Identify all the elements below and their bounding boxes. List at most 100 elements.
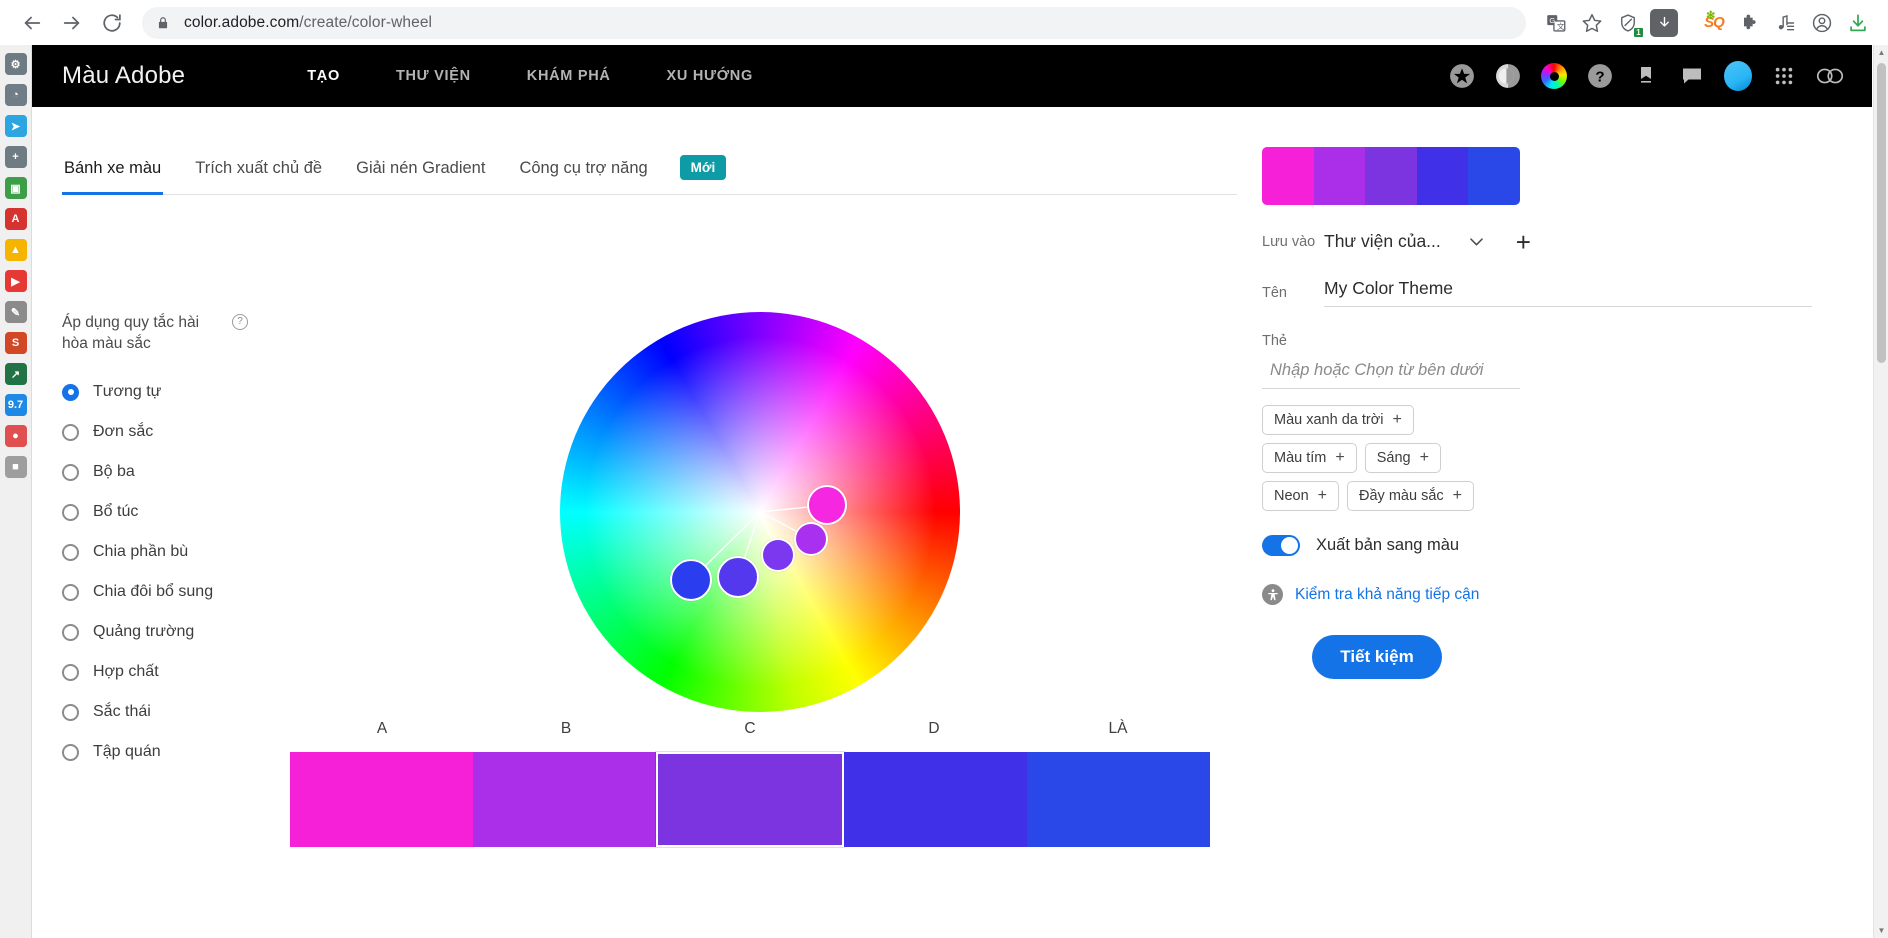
harmony-rule-option[interactable]: Bổ túc	[62, 492, 312, 532]
save-button[interactable]: Tiết kiệm	[1312, 635, 1442, 679]
scroll-down-arrow[interactable]: ▼	[1874, 923, 1888, 938]
forward-button[interactable]	[54, 5, 90, 41]
clock-history-icon[interactable]: ◔	[4, 84, 27, 106]
grey-app-icon[interactable]: ■	[4, 456, 27, 478]
scroll-thumb[interactable]	[1877, 63, 1886, 363]
nav-item-tao[interactable]: TẠO	[305, 64, 342, 88]
harmony-rule-option[interactable]: Hợp chất	[62, 652, 312, 692]
harmony-rule-option[interactable]: Chia đôi bổ sung	[62, 572, 312, 612]
preview-swatch[interactable]	[1416, 147, 1469, 205]
preview-swatch[interactable]	[1313, 147, 1366, 205]
radio-button[interactable]	[62, 423, 79, 441]
back-button[interactable]	[14, 5, 50, 41]
plus-tool-icon[interactable]: +	[4, 146, 27, 168]
video-player-icon[interactable]: ▶	[4, 270, 27, 292]
star-icon[interactable]	[1448, 62, 1476, 90]
store-badge-icon[interactable]: 9.7	[4, 394, 27, 416]
puzzle-extensions-icon[interactable]	[1734, 7, 1766, 39]
tag-chip[interactable]: Màu xanh da trời +	[1262, 405, 1414, 435]
nav-item-kham-pha[interactable]: KHÁM PHÁ	[525, 64, 613, 88]
preview-swatch[interactable]	[1365, 147, 1417, 205]
music-playlist-icon[interactable]	[1770, 7, 1802, 39]
swatch-block[interactable]	[655, 751, 845, 848]
swatch-strip[interactable]	[290, 751, 1211, 848]
accessibility-row[interactable]: Kiểm tra khả năng tiếp cận	[1262, 584, 1812, 605]
link-chain-icon[interactable]	[1816, 62, 1844, 90]
notification-bell-icon[interactable]	[1632, 62, 1660, 90]
image-viewer-icon[interactable]: ▣	[4, 177, 27, 199]
download-chip-icon[interactable]	[1648, 7, 1680, 39]
preview-swatch[interactable]	[1468, 147, 1520, 205]
reload-button[interactable]	[94, 5, 130, 41]
telegram-icon[interactable]: ➤	[4, 115, 27, 137]
wheel-marker-c[interactable]	[761, 538, 795, 572]
harmony-rule-option[interactable]: Sắc thái	[62, 692, 312, 732]
radio-button[interactable]	[62, 503, 79, 521]
radio-button[interactable]	[62, 463, 79, 481]
pencil-tool-icon[interactable]: ✎	[4, 301, 27, 323]
nav-item-thu-vien[interactable]: THƯ VIỆN	[394, 64, 473, 88]
profile-avatar-icon[interactable]	[1806, 7, 1838, 39]
office-docs-icon[interactable]: S	[4, 332, 27, 354]
downloads-icon[interactable]	[1842, 7, 1874, 39]
tags-input[interactable]: Nhập hoặc Chọn từ bên dưới	[1262, 355, 1520, 389]
scroll-up-arrow[interactable]: ▲	[1874, 45, 1888, 60]
color-wheel[interactable]	[560, 312, 960, 712]
pdf-reader-icon[interactable]: A	[4, 208, 27, 230]
red-dot-app-icon[interactable]: ●	[4, 425, 27, 447]
wheel-marker-e[interactable]	[670, 559, 712, 601]
radio-button[interactable]	[62, 383, 79, 401]
theme-name-input[interactable]: My Color Theme	[1324, 278, 1812, 307]
tab-accessibility-tools[interactable]: Công cụ trợ năng	[517, 153, 649, 194]
star-bookmark-icon[interactable]	[1576, 7, 1608, 39]
chevron-down-icon[interactable]	[1467, 232, 1486, 251]
help-icon[interactable]: ?	[1586, 62, 1614, 90]
library-select-value[interactable]: Thư viện của...	[1324, 231, 1441, 252]
radio-button[interactable]	[62, 703, 79, 721]
tag-chip[interactable]: Neon +	[1262, 481, 1340, 511]
publish-toggle[interactable]	[1262, 535, 1300, 556]
radio-button[interactable]	[62, 663, 79, 681]
harmony-rule-option[interactable]: Đơn sắc	[62, 412, 312, 452]
tag-chip[interactable]: Đầy màu sắc +	[1347, 481, 1474, 511]
radio-button[interactable]	[62, 623, 79, 641]
radio-button[interactable]	[62, 543, 79, 561]
shield-icon[interactable]: 1	[1612, 7, 1644, 39]
harmony-rule-option[interactable]: Quảng trường	[62, 612, 312, 652]
app-brand[interactable]: Màu Adobe	[62, 62, 185, 90]
swatch-block[interactable]	[1026, 752, 1211, 847]
tag-chip-plus-icon[interactable]: +	[1420, 450, 1429, 466]
harmony-rule-option[interactable]: Chia phần bù	[62, 532, 312, 572]
chat-icon[interactable]	[1678, 62, 1706, 90]
harmony-rule-option[interactable]: Tập quán	[62, 732, 312, 772]
radio-button[interactable]	[62, 743, 79, 761]
color-wheel-widget[interactable]	[560, 312, 980, 732]
tab-extract-theme[interactable]: Trích xuất chủ đề	[193, 153, 324, 194]
tag-chip-plus-icon[interactable]: +	[1318, 488, 1327, 504]
add-library-button[interactable]: +	[1516, 229, 1531, 255]
translate-icon[interactable]: G文	[1540, 7, 1572, 39]
accessibility-link[interactable]: Kiểm tra khả năng tiếp cận	[1295, 586, 1479, 604]
wheel-marker-a[interactable]	[807, 485, 847, 525]
tab-extract-gradient[interactable]: Giải nén Gradient	[354, 153, 487, 194]
theme-preview-swatches[interactable]	[1262, 147, 1520, 205]
avatar[interactable]	[1724, 61, 1752, 91]
settings-gear-icon[interactable]: ⚙	[4, 53, 27, 75]
harmony-rule-option[interactable]: Bộ ba	[62, 452, 312, 492]
contrast-icon[interactable]	[1494, 62, 1522, 90]
swatch-block[interactable]	[473, 752, 657, 847]
tab-color-wheel[interactable]: Bánh xe màu	[62, 153, 164, 195]
chart-app-icon[interactable]: ↗	[4, 363, 27, 385]
radio-button[interactable]	[62, 583, 79, 601]
wheel-marker-b[interactable]	[794, 522, 828, 556]
preview-swatch[interactable]	[1262, 147, 1314, 205]
swatch-block[interactable]	[843, 752, 1027, 847]
page-scrollbar[interactable]: ▲ ▼	[1873, 45, 1888, 938]
address-bar[interactable]: color.adobe.com/create/color-wheel	[142, 6, 1526, 39]
color-wheel-icon[interactable]	[1540, 62, 1568, 90]
swatch-block[interactable]	[290, 752, 474, 847]
wheel-marker-d[interactable]	[717, 556, 759, 598]
sq-extension-icon[interactable]: ✻ SQ	[1698, 7, 1730, 39]
tag-chip[interactable]: Sáng +	[1364, 443, 1441, 473]
app-grid-icon[interactable]	[1770, 62, 1798, 90]
